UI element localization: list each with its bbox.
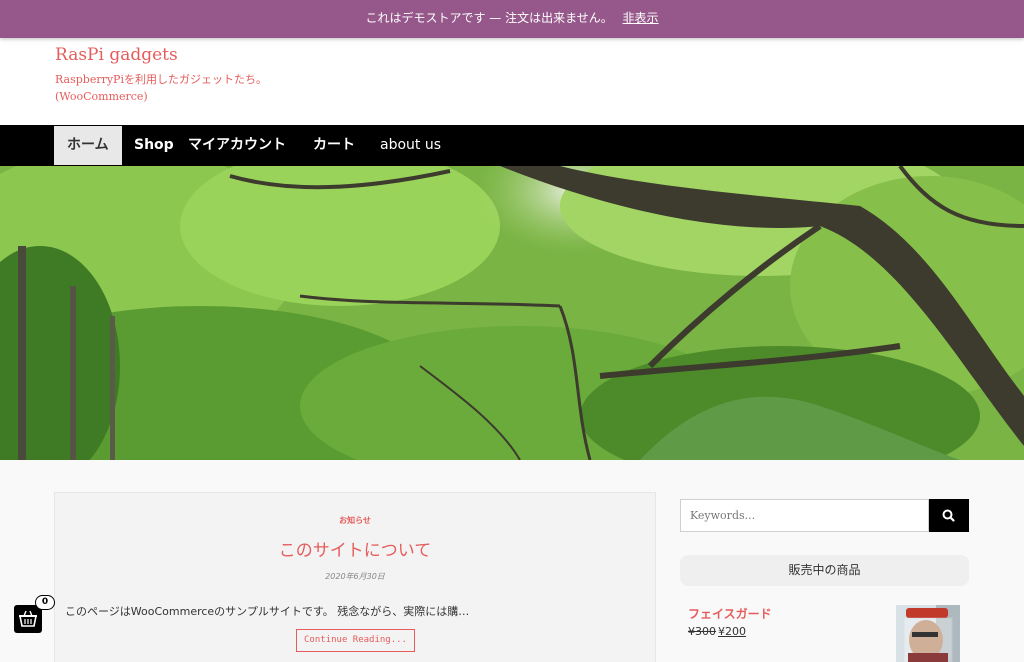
product-price-original: ¥300 bbox=[688, 625, 716, 638]
face-guard-photo bbox=[896, 605, 960, 662]
nav-item-about-us[interactable]: about us bbox=[380, 125, 441, 166]
post-excerpt: このページはWooCommerceのサンプルサイトです。 残念ながら、実際には購… bbox=[65, 605, 470, 618]
post-date: 2020年6月30日 bbox=[325, 572, 385, 581]
nav-item-cart[interactable]: カート bbox=[313, 125, 355, 166]
nav-item-shop[interactable]: Shop bbox=[134, 125, 174, 166]
product-name-link[interactable]: フェイスガード bbox=[688, 605, 772, 622]
hero-forest-illustration bbox=[0, 166, 1024, 460]
hero-image bbox=[0, 166, 1024, 460]
site-title[interactable]: RasPi gadgets bbox=[55, 45, 178, 65]
products-widget-title: 販売中の商品 bbox=[680, 555, 969, 586]
search-button[interactable] bbox=[929, 499, 969, 532]
continue-reading-button[interactable]: Continue Reading... bbox=[296, 629, 415, 652]
site-description-line: RaspberryPiを利用したガジェットたち。 bbox=[55, 73, 267, 86]
product-price-sale: ¥200 bbox=[718, 625, 746, 638]
site-description: RaspberryPiを利用したガジェットたち。 (WooCommerce) bbox=[55, 71, 295, 105]
floating-cart-button[interactable] bbox=[14, 605, 42, 633]
main-navigation: ホーム Shop マイアカウント カート about us bbox=[0, 125, 1024, 166]
post-category[interactable]: お知らせ bbox=[55, 515, 655, 526]
basket-icon bbox=[19, 610, 37, 627]
nav-item-home[interactable]: ホーム bbox=[54, 126, 122, 165]
nav-item-my-account[interactable]: マイアカウント bbox=[188, 125, 286, 166]
post-title[interactable]: このサイトについて bbox=[55, 536, 655, 561]
site-description-line: (WooCommerce) bbox=[55, 90, 148, 103]
demo-banner-text: これはデモストアです — 注文は出来ません。 bbox=[365, 11, 613, 25]
cart-count-badge: 0 bbox=[35, 595, 55, 610]
demo-store-banner: これはデモストアです — 注文は出来ません。 非表示 bbox=[0, 0, 1024, 38]
post-card: お知らせ このサイトについて 2020年6月30日 このページはWooComme… bbox=[54, 492, 656, 662]
product-thumbnail[interactable] bbox=[896, 605, 960, 662]
search-input[interactable]: Keywords... bbox=[680, 499, 929, 532]
search-icon bbox=[942, 509, 955, 522]
dismiss-link[interactable]: 非表示 bbox=[623, 11, 659, 25]
